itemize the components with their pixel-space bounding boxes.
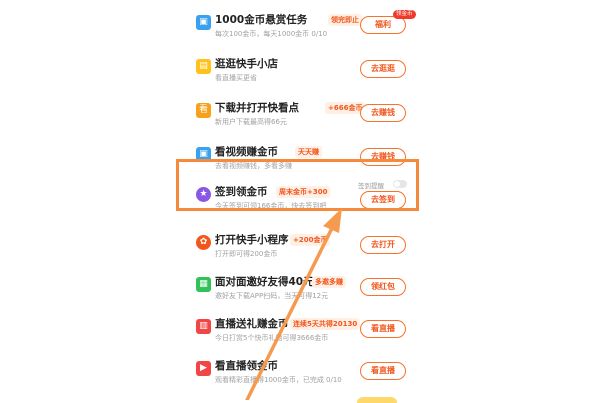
- pointer-arrow: [245, 208, 342, 400]
